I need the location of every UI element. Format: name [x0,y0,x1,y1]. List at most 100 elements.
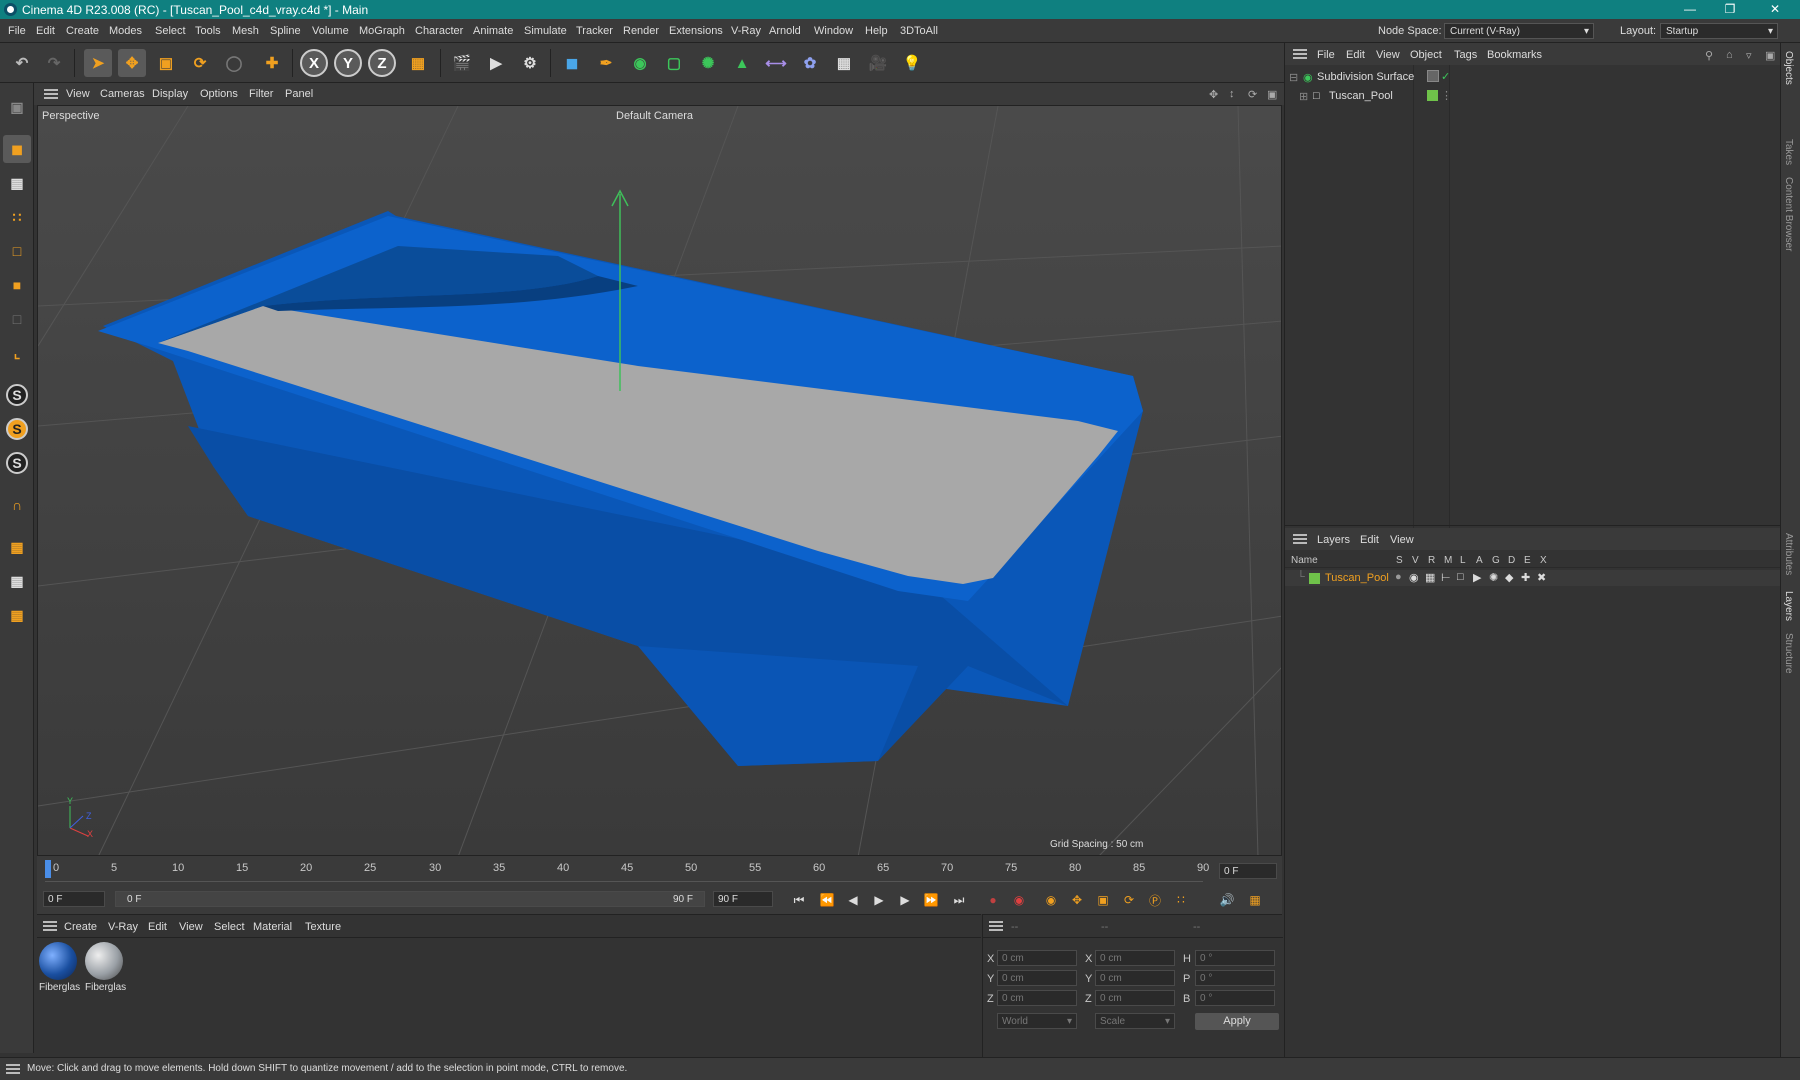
key-pla-icon[interactable]: ∷ [1171,890,1191,910]
node-space-select[interactable]: Current (V-Ray) ▾ [1444,23,1594,39]
next-frame-icon[interactable]: ▶ [895,890,915,910]
restore-button[interactable]: ❐ [1710,0,1750,19]
menu-tracker[interactable]: Tracker [576,25,613,37]
menu-3dtoall[interactable]: 3DToAll [900,25,938,37]
layer-color-swatch[interactable] [1309,573,1320,584]
camera-icon[interactable]: 🎥 [864,49,892,77]
mograph-icon[interactable]: ▲ [728,49,756,77]
snap-settings-icon[interactable]: S [3,415,31,443]
obj-menu-view[interactable]: View [1376,49,1400,61]
menu-arnold[interactable]: Arnold [769,25,801,37]
tree-expand-icon[interactable]: ⊟ [1289,71,1298,84]
size-y-field[interactable]: 0 cm [1095,970,1175,986]
menu-extensions[interactable]: Extensions [669,25,723,37]
vp-menu-cameras[interactable]: Cameras [100,88,145,100]
spline-pen-icon[interactable]: ✒ [592,49,620,77]
lock-icon[interactable]: □ [1457,571,1464,583]
menu-file[interactable]: File [8,25,26,37]
viewport-scene[interactable] [38,106,1282,856]
timeline-ruler[interactable]: 0 5 10 15 20 25 30 35 40 45 50 55 60 65 … [37,856,1282,886]
magnet-icon[interactable]: ∩ [3,491,31,519]
current-frame-field[interactable]: 0 F [43,891,105,907]
menu-window[interactable]: Window [814,25,853,37]
enabled-check-icon[interactable]: ✓ [1441,70,1450,83]
key-rotation-icon[interactable]: ⟳ [1119,890,1139,910]
size-x-field[interactable]: 0 cm [1095,950,1175,966]
layer-row[interactable]: └ Tuscan_Pool ● ◉ ▦ ⊢ □ ▶ ✺ ◆ ✚ ✖ [1285,570,1781,586]
timeline-icon[interactable]: ▦ [1245,890,1265,910]
field-icon[interactable]: ✿ [796,49,824,77]
eye-icon[interactable]: ◉ [1409,571,1419,584]
texture-mode-icon[interactable]: ▦ [3,169,31,197]
menu-volume[interactable]: Volume [312,25,349,37]
edges-mode-icon[interactable]: □ [3,237,31,265]
rotate-tool-icon[interactable]: ⟳ [186,49,214,77]
filter-icon[interactable]: ▿ [1746,49,1752,62]
z-axis-icon[interactable]: Z [368,49,396,77]
object-row[interactable]: ⊟ ◉ Subdivision Surface ✓ [1289,70,1779,86]
tab-objects[interactable]: Objects [1783,51,1794,85]
vp-menu-options[interactable]: Options [200,88,238,100]
pos-z-field[interactable]: 0 cm [997,990,1077,1006]
object-row[interactable]: ⊞ □ Tuscan_Pool ⋮ [1289,89,1779,105]
locked-workplane-icon[interactable]: ▦ [3,601,31,629]
mat-menu-edit[interactable]: Edit [148,921,167,933]
hamburger-icon[interactable] [43,921,57,931]
coord-space-select[interactable]: World ▾ [997,1013,1077,1029]
home-icon[interactable]: ⌂ [1726,49,1733,61]
animation-icon[interactable]: ▶ [1473,571,1481,584]
grid-icon[interactable]: ▦ [3,567,31,595]
obj-menu-object[interactable]: Object [1410,49,1442,61]
menu-animate[interactable]: Animate [473,25,513,37]
search-icon[interactable]: ⚲ [1705,49,1713,62]
undo-icon[interactable]: ↶ [8,49,36,77]
menu-mesh[interactable]: Mesh [232,25,259,37]
coord-mode-select[interactable]: Scale ▾ [1095,1013,1175,1029]
prev-key-icon[interactable]: ⏪ [817,890,837,910]
subdivision-icon[interactable]: ◉ [626,49,654,77]
menu-vray[interactable]: V-Ray [731,25,761,37]
x-axis-icon[interactable]: X [300,49,328,77]
polygons-mode-icon[interactable]: ■ [3,271,31,299]
menu-render[interactable]: Render [623,25,659,37]
hamburger-icon[interactable] [989,921,1003,931]
hamburger-icon[interactable] [1293,49,1307,59]
viewport-zoom-icon[interactable]: ↕ [1229,88,1235,100]
menu-mograph[interactable]: MoGraph [359,25,405,37]
sound-icon[interactable]: 🔊 [1217,890,1237,910]
vp-menu-panel[interactable]: Panel [285,88,313,100]
new-window-icon[interactable]: ▣ [1765,49,1775,62]
menu-character[interactable]: Character [415,25,463,37]
play-icon[interactable]: ▶ [869,890,889,910]
layer-name[interactable]: Tuscan_Pool [1325,572,1389,584]
obj-menu-edit[interactable]: Edit [1346,49,1365,61]
viewport-name[interactable]: Perspective [42,110,99,122]
hamburger-icon[interactable] [6,1064,20,1074]
deformer-icon[interactable]: ◆ [1505,571,1513,584]
layer-menu-edit[interactable]: Edit [1360,534,1379,546]
cube-icon[interactable]: ◼ [558,49,586,77]
mat-menu-texture[interactable]: Texture [305,921,341,933]
viewport-maximize-icon[interactable]: ▣ [1267,88,1277,101]
tab-attributes[interactable]: Attributes [1783,533,1794,575]
layout-select[interactable]: Startup ▾ [1660,23,1778,39]
points-mode-icon[interactable]: ∷ [3,203,31,231]
manager-icon[interactable]: ⊢ [1441,571,1451,584]
pos-x-field[interactable]: 0 cm [997,950,1077,966]
key-scale-icon[interactable]: ▣ [1093,890,1113,910]
object-name[interactable]: Tuscan_Pool [1329,90,1393,102]
vp-menu-display[interactable]: Display [152,88,188,100]
record-icon[interactable]: ● [983,890,1003,910]
apply-button[interactable]: Apply [1195,1013,1279,1030]
workplane-icon[interactable]: ▦ [3,533,31,561]
mat-menu-select[interactable]: Select [214,921,245,933]
obj-menu-tags[interactable]: Tags [1454,49,1477,61]
vp-menu-filter[interactable]: Filter [249,88,273,100]
range-slider[interactable] [115,891,705,907]
menu-spline[interactable]: Spline [270,25,301,37]
mat-menu-material[interactable]: Material [253,921,292,933]
rot-p-field[interactable]: 0 ° [1195,970,1275,986]
recent-tool-icon[interactable]: ◯ [220,49,248,77]
axis-mode-icon[interactable]: ⌞ [3,339,31,367]
tab-structure[interactable]: Structure [1783,633,1794,674]
